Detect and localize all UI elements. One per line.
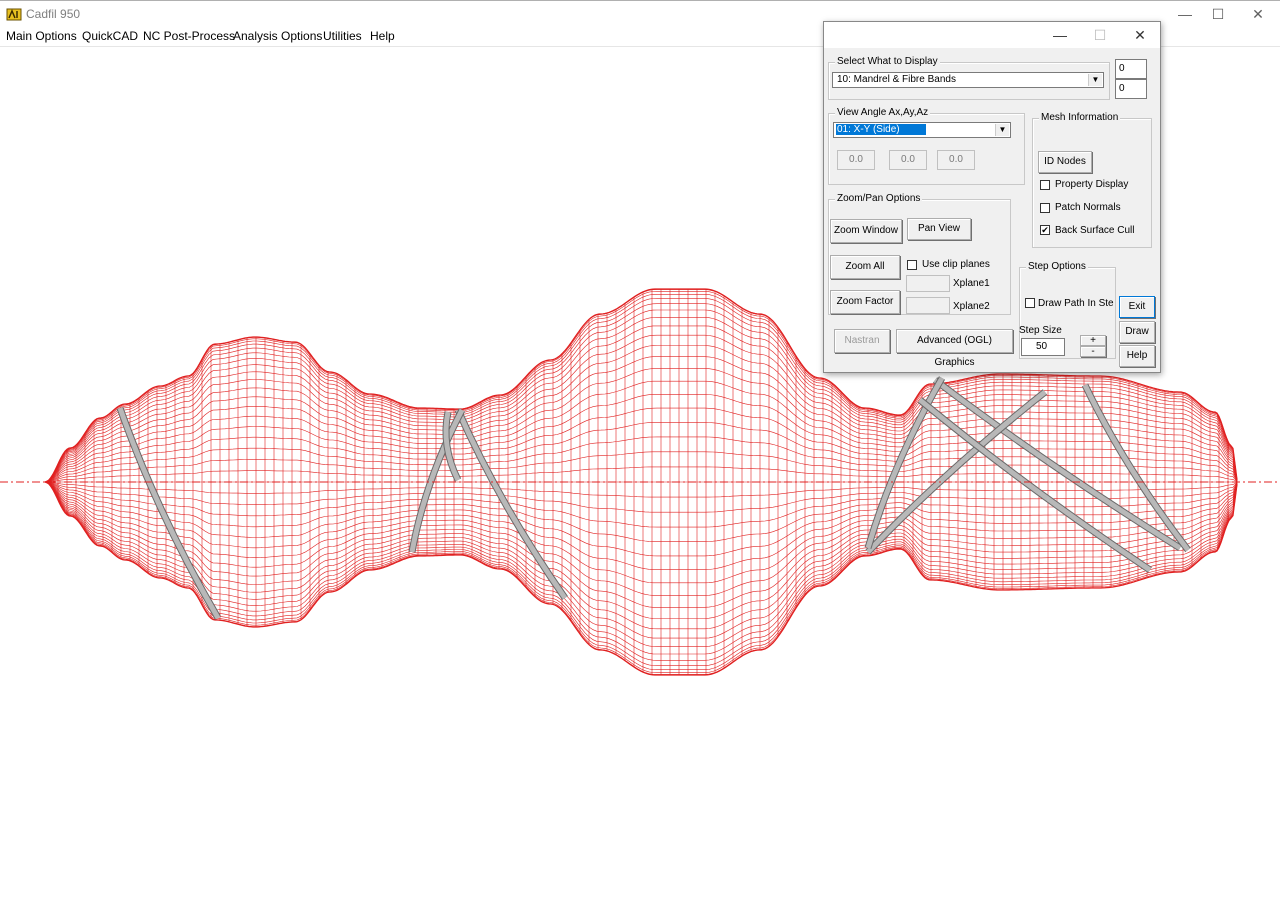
mesh-info-title: Mesh Information <box>1039 112 1121 123</box>
draw-button[interactable]: Draw <box>1119 321 1155 343</box>
display-group-title: Select What to Display <box>835 56 940 67</box>
angle-ay-field: 0.0 <box>889 150 927 170</box>
dialog-maximize-icon: ☐ <box>1093 27 1107 43</box>
zoom-factor-button[interactable]: Zoom Factor <box>830 290 900 314</box>
view-angle-title: View Angle Ax,Ay,Az <box>835 107 931 118</box>
id-nodes-button[interactable]: ID Nodes <box>1038 151 1092 173</box>
dialog-minimize-icon[interactable]: — <box>1042 22 1078 48</box>
patch-normals-checkbox[interactable] <box>1040 203 1050 213</box>
step-size-input[interactable]: 50 <box>1021 338 1065 356</box>
advanced-ogl-graphics-button[interactable]: Advanced (OGL) Graphics <box>896 329 1013 368</box>
view-angle-group: View Angle Ax,Ay,Az 01: X-Y (Side) ▼ 0.0… <box>828 107 1025 185</box>
fibre-band-edge <box>454 408 568 601</box>
menu-analysis-options[interactable]: Analysis Options <box>233 29 322 43</box>
display-group: Select What to Display 10: Mandrel & Fib… <box>828 56 1110 100</box>
display-select[interactable]: 10: Mandrel & Fibre Bands ▼ <box>832 72 1104 88</box>
property-display-checkbox[interactable] <box>1040 180 1050 190</box>
draw-path-in-steps-checkbox[interactable] <box>1025 298 1035 308</box>
mesh-outline-bottom <box>44 481 1238 676</box>
dialog-title-bar: — ☐ ✕ <box>824 22 1160 48</box>
step-plus-button[interactable]: + <box>1080 335 1106 346</box>
mesh-longitude-line <box>44 481 1238 498</box>
display-options-dialog: — ☐ ✕ Select What to Display 10: Mandrel… <box>823 21 1161 373</box>
close-icon[interactable]: ✕ <box>1235 1 1280 27</box>
step-options-group: Step Options Draw Path In Steps Step Siz… <box>1019 261 1116 359</box>
use-clip-planes-checkbox[interactable] <box>907 260 917 270</box>
zoom-pan-title: Zoom/Pan Options <box>835 193 923 204</box>
dialog-close-icon[interactable]: ✕ <box>1122 22 1158 48</box>
mesh-longitude-line <box>44 481 1238 596</box>
angle-az-field: 0.0 <box>937 150 975 170</box>
mesh-info-group: Mesh Information ID Nodes Property Displ… <box>1032 112 1152 248</box>
property-display-label: Property Display <box>1055 179 1129 190</box>
exit-button[interactable]: Exit <box>1119 296 1155 318</box>
app-title: Cadfil 950 <box>26 7 81 21</box>
back-surface-cull-checkbox[interactable]: ✔ <box>1040 225 1050 235</box>
mesh-longitude-line <box>44 481 1238 675</box>
zoom-window-button[interactable]: Zoom Window <box>830 219 902 243</box>
use-clip-planes-label: Use clip planes <box>922 259 990 270</box>
menu-main-options[interactable]: Main Options <box>6 29 77 43</box>
display-value-box-2[interactable]: 0 <box>1115 79 1147 99</box>
zoom-all-button[interactable]: Zoom All <box>830 255 900 279</box>
mesh-longitude-line <box>44 481 1238 570</box>
xplane1-label: Xplane1 <box>953 278 990 289</box>
view-angle-select[interactable]: 01: X-Y (Side) ▼ <box>833 122 1011 138</box>
angle-ax-field: 0.0 <box>837 150 875 170</box>
cadfil-logo-icon <box>6 8 22 21</box>
step-minus-button[interactable]: - <box>1080 346 1106 357</box>
mesh-longitude-line <box>44 481 1238 676</box>
zoom-pan-group: Zoom/Pan Options Zoom Window Pan View Zo… <box>828 193 1011 315</box>
display-value-box-1[interactable]: 0 <box>1115 59 1147 79</box>
chevron-down-icon[interactable]: ▼ <box>1088 74 1102 86</box>
xplane1-input[interactable] <box>906 275 950 292</box>
help-button[interactable]: Help <box>1119 345 1155 367</box>
patch-normals-label: Patch Normals <box>1055 202 1121 213</box>
menu-quickcad[interactable]: QuickCAD <box>82 29 138 43</box>
menu-help[interactable]: Help <box>370 29 395 43</box>
back-surface-cull-label: Back Surface Cull <box>1055 225 1135 236</box>
step-size-label: Step Size <box>1019 325 1062 336</box>
menu-nc-post-process[interactable]: NC Post-Process <box>143 29 235 43</box>
display-select-value: 10: Mandrel & Fibre Bands <box>837 74 956 85</box>
pan-view-button[interactable]: Pan View <box>907 218 971 240</box>
chevron-down-icon[interactable]: ▼ <box>995 124 1009 136</box>
menu-utilities[interactable]: Utilities <box>323 29 362 43</box>
view-angle-select-value: 01: X-Y (Side) <box>836 124 926 135</box>
fibre-band <box>918 398 1152 573</box>
xplane2-label: Xplane2 <box>953 301 990 312</box>
fibre-band-edge <box>408 408 466 553</box>
mesh-longitude-line <box>44 436 1238 483</box>
step-options-title: Step Options <box>1026 261 1088 272</box>
xplane2-input[interactable] <box>906 297 950 314</box>
draw-path-in-steps-label: Draw Path In Steps <box>1038 298 1114 309</box>
nastran-button: Nastran <box>834 329 890 353</box>
